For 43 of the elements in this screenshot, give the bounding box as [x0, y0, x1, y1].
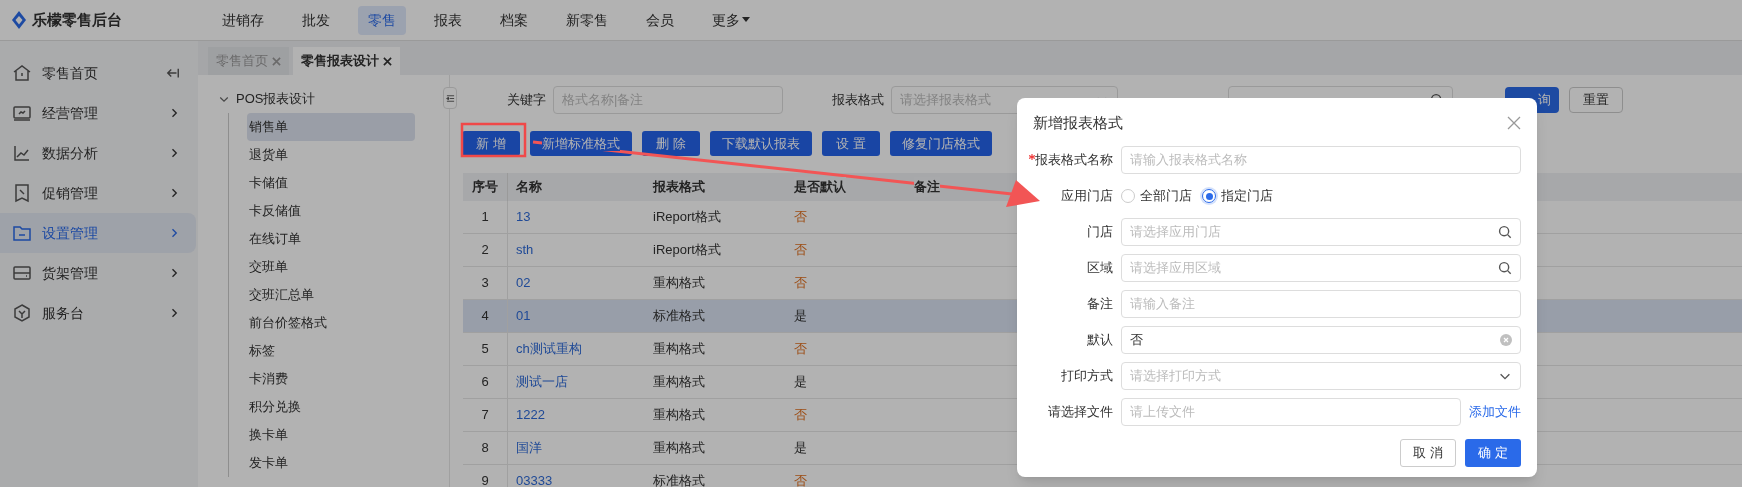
- table-cell-text: 标准格式: [653, 307, 705, 326]
- table-cell-text: 重构格式: [653, 373, 705, 392]
- table-cell-text: 2: [481, 241, 489, 260]
- table-cell-text: 3: [481, 274, 489, 293]
- table-cell-text: 否: [794, 406, 807, 425]
- table-cell-text: 7: [481, 406, 489, 425]
- table-cell-text: 是: [794, 373, 807, 392]
- table-cell-text: 是: [794, 439, 807, 458]
- table-cell-text: 1: [481, 208, 489, 227]
- table-cell-text: 8: [481, 439, 489, 458]
- table-cell-text: 4: [481, 307, 489, 326]
- table-cell-text: 否: [794, 340, 807, 359]
- table-cell-text: 重构格式: [653, 274, 705, 293]
- field-label: 报表格式: [831, 91, 885, 110]
- field-label: 默认: [1087, 331, 1113, 350]
- field-label: 打印方式: [1061, 367, 1113, 386]
- field-label: 报表格式名称: [1035, 151, 1113, 170]
- table-cell-text: 否: [794, 472, 807, 487]
- table-cell-text: 重构格式: [653, 340, 705, 359]
- table-cell-text: 9: [481, 472, 489, 487]
- table-cell-text: 否: [794, 208, 807, 227]
- dialog-title: 新增报表格式: [1033, 112, 1123, 133]
- table-cell-text: iReport格式: [653, 241, 721, 260]
- table-cell-text: 否: [794, 241, 807, 260]
- app-title: 乐檬零售后台: [32, 9, 122, 30]
- field-label: 备注: [1087, 295, 1113, 314]
- table-cell-text: 否: [794, 274, 807, 293]
- column-header: 报表格式: [651, 178, 706, 197]
- column-header: 序号: [463, 173, 508, 201]
- field-label: 请选择文件: [1048, 403, 1113, 422]
- table-cell-text: 重构格式: [653, 406, 705, 425]
- table-cell-text: 重构格式: [653, 439, 705, 458]
- field-label: 应用门店: [1061, 187, 1113, 206]
- table-cell-text: 是: [794, 307, 807, 326]
- table-cell-text: iReport格式: [653, 208, 721, 227]
- field-label: 门店: [1087, 223, 1113, 242]
- table-cell-text: 标准格式: [653, 472, 705, 487]
- table-cell-text: 5: [481, 340, 489, 359]
- field-label: 区域: [1087, 259, 1113, 278]
- table-cell-text: 6: [481, 373, 489, 392]
- column-header: 名称: [515, 178, 543, 197]
- column-header: 是否默认: [794, 177, 846, 197]
- field-label: 关键字: [506, 91, 547, 110]
